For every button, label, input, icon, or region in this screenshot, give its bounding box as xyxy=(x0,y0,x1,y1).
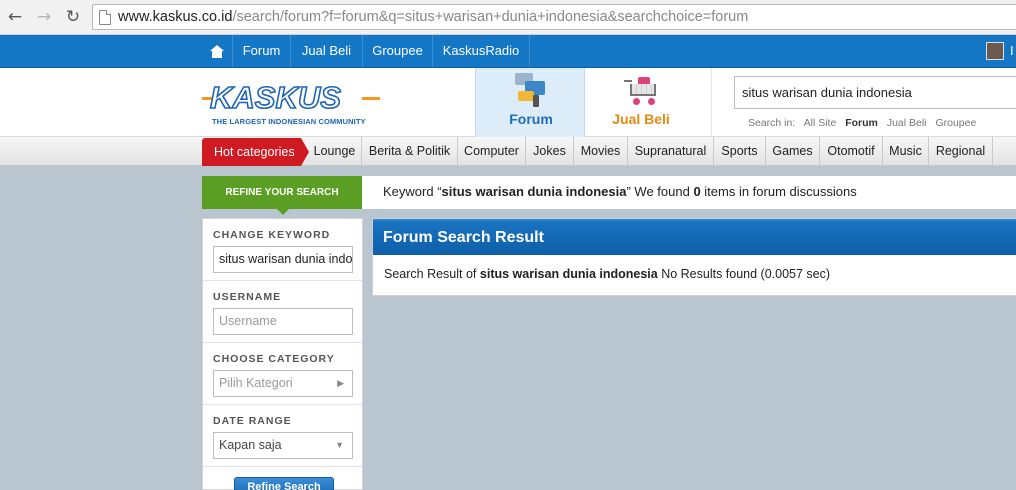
category-sports[interactable]: Sports xyxy=(714,137,766,166)
category-label: CHOOSE CATEGORY xyxy=(213,353,335,365)
kw-prefix: Keyword “ xyxy=(383,184,442,199)
address-bar[interactable]: www.kaskus.co.id/search/forum?f=forum&q=… xyxy=(92,4,1016,30)
keyword-summary: Keyword “situs warisan dunia indonesia” … xyxy=(362,176,1016,209)
results-title: Forum Search Result xyxy=(373,219,1016,255)
username-label: USERNAME xyxy=(213,291,282,303)
forum-icon xyxy=(515,73,549,107)
results-prefix: Search Result of xyxy=(384,267,480,281)
topnav-jual-beli[interactable]: Jual Beli xyxy=(290,35,362,67)
topnav-groupee[interactable]: Groupee xyxy=(362,35,432,67)
kw-query: situs warisan dunia indonesia xyxy=(441,184,627,199)
search-input[interactable]: situs warisan dunia indonesia xyxy=(734,76,1016,109)
category-select-value: Pilih Kategori xyxy=(219,376,293,390)
top-navigation: Forum Jual Beli Groupee KaskusRadio I xyxy=(0,35,1016,68)
user-name[interactable]: I xyxy=(1010,35,1014,67)
forward-icon[interactable]: → xyxy=(33,6,55,28)
url-host: www.kaskus.co.id xyxy=(118,9,233,25)
category-bar: Hot categories Lounge Berita & Politik C… xyxy=(0,137,1016,166)
search-results-panel: Forum Search Result Search Result of sit… xyxy=(372,218,1016,296)
scope-all-site[interactable]: All Site xyxy=(804,117,837,129)
browser-toolbar: ← → ↻ www.kaskus.co.id/search/forum?f=fo… xyxy=(0,0,1016,35)
username-field[interactable]: Username xyxy=(213,308,353,335)
kw-suffix: items in forum discussions xyxy=(700,184,857,199)
date-range-label: DATE RANGE xyxy=(213,415,292,427)
url-path: /search/forum?f=forum&q=situs+warisan+du… xyxy=(232,9,749,25)
reload-icon[interactable]: ↻ xyxy=(62,6,84,28)
category-otomotif[interactable]: Otomotif xyxy=(820,137,883,166)
results-query: situs warisan dunia indonesia xyxy=(479,267,658,281)
category-select[interactable]: Pilih Kategori ▶ xyxy=(213,370,353,397)
topnav-kaskusradio[interactable]: KaskusRadio xyxy=(432,35,530,67)
category-supranatural[interactable]: Supranatural xyxy=(628,137,714,166)
home-icon[interactable] xyxy=(202,35,232,67)
search-scope: Search in: All Site Forum Jual Beli Grou… xyxy=(748,117,982,129)
logo-word: KASKUS xyxy=(209,80,342,115)
tab-forum[interactable]: Forum xyxy=(475,68,585,137)
chevron-right-icon: ▶ xyxy=(337,378,344,388)
scope-jual-beli[interactable]: Jual Beli xyxy=(887,117,927,129)
refine-sidebar: CHANGE KEYWORD situs warisan dunia indon… xyxy=(202,218,363,490)
date-range-select[interactable]: Kapan saja ▼ xyxy=(213,432,353,459)
hot-categories-label[interactable]: Hot categories xyxy=(202,138,309,166)
category-lounge[interactable]: Lounge xyxy=(308,137,362,166)
kaskus-logo[interactable]: KASKUS THE LARGEST INDONESIAN COMMUNITY xyxy=(202,80,380,126)
change-keyword-label: CHANGE KEYWORD xyxy=(213,229,331,241)
results-suffix: No Results found (0.0057 sec) xyxy=(657,267,831,281)
category-music[interactable]: Music xyxy=(883,137,929,166)
search-in-label: Search in: xyxy=(748,117,796,129)
keyword-field[interactable]: situs warisan dunia indonesia xyxy=(213,246,353,273)
tab-forum-label: Forum xyxy=(509,111,553,127)
scope-forum[interactable]: Forum xyxy=(845,117,878,129)
category-jokes[interactable]: Jokes xyxy=(526,137,574,166)
refine-search-button[interactable]: Refine Search xyxy=(234,477,334,490)
tab-jual-beli[interactable]: Jual Beli xyxy=(586,68,712,137)
kw-count: 0 xyxy=(693,184,701,199)
date-range-section: DATE RANGE Kapan saja ▼ xyxy=(203,405,362,467)
category-berita-politik[interactable]: Berita & Politik xyxy=(362,137,458,166)
kw-mid: ” We found xyxy=(626,184,694,199)
avatar[interactable] xyxy=(986,42,1004,60)
refine-search-tab[interactable]: REFINE YOUR SEARCH xyxy=(202,176,362,215)
tab-jual-beli-label: Jual Beli xyxy=(612,111,670,127)
results-summary: Search Result of situs warisan dunia ind… xyxy=(384,267,830,281)
category-games[interactable]: Games xyxy=(766,137,820,166)
category-computer[interactable]: Computer xyxy=(458,137,526,166)
date-range-value: Kapan saja xyxy=(219,438,282,452)
shopping-cart-icon xyxy=(624,75,660,107)
chevron-down-icon: ▼ xyxy=(335,440,344,450)
logo-tagline: THE LARGEST INDONESIAN COMMUNITY xyxy=(212,117,366,126)
username-section: USERNAME Username xyxy=(203,281,362,343)
topnav-forum[interactable]: Forum xyxy=(232,35,290,67)
category-section: CHOOSE CATEGORY Pilih Kategori ▶ xyxy=(203,343,362,405)
category-movies[interactable]: Movies xyxy=(574,137,628,166)
back-icon[interactable]: ← xyxy=(4,6,26,28)
category-regional[interactable]: Regional xyxy=(929,137,993,166)
page-icon xyxy=(99,9,111,25)
scope-groupee[interactable]: Groupee xyxy=(935,117,976,129)
change-keyword-section: CHANGE KEYWORD situs warisan dunia indon… xyxy=(203,219,362,281)
